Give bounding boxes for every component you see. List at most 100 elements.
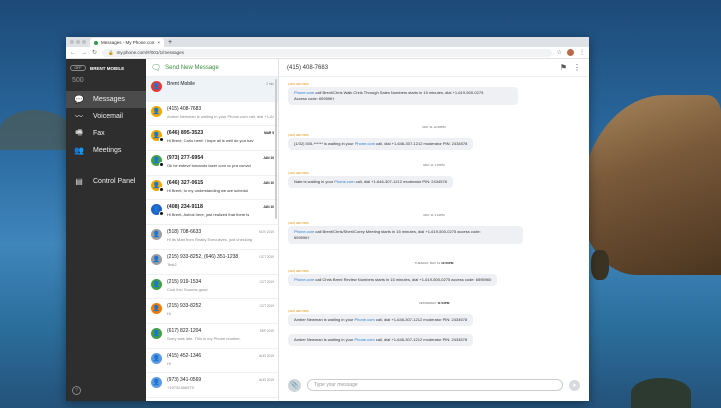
tab-bar: Messages - My Phone.com × + — [66, 37, 589, 47]
send-button[interactable]: ➤ — [569, 379, 580, 391]
message-bubble: (1/32) 505-****** is waiting in your Pho… — [288, 138, 474, 150]
message-text: call Chris Brent Review Numbers starts i… — [314, 277, 492, 282]
chat-icon: 💬 — [74, 95, 84, 104]
avatar: 👤 — [151, 179, 164, 192]
avatar: 👤 — [151, 155, 164, 168]
new-tab-button[interactable]: + — [168, 39, 172, 46]
avatar: 👤 — [151, 204, 164, 217]
message-bubble: Phone.com call Brent/Chris/Sheri/Corey M… — [288, 226, 523, 244]
scrollbar[interactable] — [275, 79, 277, 219]
background-rock — [631, 378, 691, 408]
chat-title: (415) 408-7683 — [287, 64, 329, 71]
sidebar-item-meetings[interactable]: 👥 Meetings — [66, 142, 146, 159]
message-text: Amber Newman is waiting in your — [294, 317, 355, 322]
message-text: call Brent/Chris/Sheri/Corey Meeting sta… — [314, 229, 481, 234]
star-icon[interactable]: ☆ — [557, 49, 562, 56]
more-options-icon[interactable]: ⋮ — [573, 63, 581, 72]
background-island — [0, 110, 70, 150]
sidebar-item-control-panel[interactable]: ▤ Control Panel — [66, 173, 146, 190]
timestamp-day: TUESDAY, MAY 12 — [414, 261, 441, 265]
avatar: 👤 — [151, 377, 162, 389]
conversation-time: AUG 2019 — [259, 353, 274, 358]
timestamp: YESTERDAY 11:53PM — [279, 301, 589, 305]
sidebar-item-label: Control Panel — [93, 178, 136, 185]
timestamp-day: YESTERDAY — [418, 301, 437, 305]
lock-icon: 🔒 — [108, 49, 114, 55]
conversation-preview: Hi — [167, 311, 171, 317]
address-bar: ← → ↻ 🔒 my.phone.com/#/001/1/messages ☆ … — [66, 47, 589, 59]
avatar: 👤 — [151, 253, 162, 265]
conversation-time: OCT 2019 — [259, 304, 274, 309]
message-link[interactable]: Phone.com — [334, 179, 354, 184]
message-link[interactable]: Phone.com — [294, 229, 314, 234]
reload-icon[interactable]: ↻ — [92, 49, 97, 56]
conversation-item[interactable]: 👤 (215) 933-8252 Hi OCT 2019 — [146, 299, 278, 324]
message-link[interactable]: Phone.com — [354, 317, 374, 322]
conversation-preview: Hi — [167, 360, 171, 366]
avatar: 👤 — [151, 130, 164, 143]
back-icon[interactable]: ← — [70, 50, 76, 56]
message-input[interactable]: Type your message — [307, 379, 563, 391]
presence-dot — [159, 137, 164, 143]
conversation-time: MAR 5 — [264, 131, 274, 136]
meetings-icon: 👥 — [74, 146, 84, 155]
conversation-item[interactable]: 👤 (646) 895-3523 Hi Brent, Carlo here! I h… — [146, 126, 278, 152]
message-link[interactable]: Phone.com — [294, 277, 314, 282]
conversation-preview: Amber Newman is waiting in your Phone.co… — [167, 113, 274, 119]
message-link[interactable]: Phone.com — [294, 90, 314, 95]
browser-tab[interactable]: Messages - My Phone.com × — [90, 38, 164, 47]
browser-window: Messages - My Phone.com × + ← → ↻ 🔒 my.p… — [66, 37, 589, 401]
sidebar-item-voicemail[interactable]: 〰 Voicemail — [66, 108, 146, 125]
conversation-item[interactable]: 👤 (617) 822-1204 Sorry was late. This is m… — [146, 324, 278, 349]
conversation-item[interactable]: 👤 (415) 452-1346 Hi AUG 2019 — [146, 349, 278, 374]
message-link[interactable]: Phone.com — [354, 337, 374, 342]
conversation-time: JAN 10 — [263, 205, 274, 210]
message-text: call, dial +1-646-307-1212 moderator PIN… — [354, 179, 447, 184]
conversation-item[interactable]: 👤 (646) 327-0615 Hi Brent, to my understan… — [146, 176, 278, 201]
background-cliff — [581, 95, 721, 275]
conversation-name: (415) 408-7683 — [167, 105, 202, 112]
flag-icon[interactable]: ⚑ — [560, 63, 567, 72]
message-text: 659596† — [294, 235, 310, 240]
conversation-item[interactable]: 👤 (973) 277-6954 Ok he esteve tomando faze… — [146, 151, 278, 176]
conversation-item[interactable]: 👤 (973) 341-0569 +19732456979 AUG 2019 — [146, 373, 278, 398]
conversation-name: Brent Mobile — [167, 81, 196, 87]
sidebar-item-messages[interactable]: 💬 Messages — [66, 91, 146, 108]
help-icon[interactable]: ? — [72, 386, 81, 395]
sender-label: (415) 408-7683 — [288, 82, 309, 86]
profile-avatar[interactable] — [567, 49, 574, 56]
conversation-preview: Cool thx! Sounds good — [167, 286, 208, 292]
conversation-item[interactable]: 👤 (415) 408-7683 Amber Newman is waiting i… — [146, 102, 278, 127]
sidebar-item-label: Meetings — [93, 147, 122, 154]
send-new-message-button[interactable]: 🗨 Send New Message — [146, 59, 278, 77]
minimize-dot[interactable] — [76, 40, 80, 44]
message-link[interactable]: Phone.com — [355, 141, 375, 146]
close-tab-icon[interactable]: × — [157, 40, 160, 45]
conversation-time: SEP 2019 — [259, 328, 274, 333]
message-bubble: Amber Newman is waiting in your Phone.co… — [288, 334, 474, 346]
zoom-dot[interactable] — [82, 40, 86, 44]
conversation-item[interactable]: 👤 (215) 919-1534 Cool thx! Sounds good OCT … — [146, 275, 278, 300]
sidebar-item-fax[interactable]: 🖷 Fax — [66, 125, 146, 142]
conversation-preview: Hi Brent, to my understanding we are sch… — [167, 187, 248, 193]
conversation-item[interactable]: 👤 Brent Mobile 2 min — [146, 77, 278, 102]
avatar: 👤 — [151, 303, 162, 315]
conversation-name: (415) 452-1346 — [167, 352, 202, 359]
conversation-item[interactable]: 👤 (408) 234-9118 Hi Brent, Ashok here, jus… — [146, 200, 278, 226]
menu-icon[interactable]: ⋮ — [579, 49, 585, 56]
avatar: 👤 — [151, 352, 162, 364]
presence-toggle[interactable]: OFF — [70, 65, 86, 71]
attach-icon[interactable]: 📎 — [288, 378, 301, 392]
sidebar-header: OFF BRENT MOBILE — [66, 59, 146, 77]
conversation-name: (646) 895-3523 — [167, 130, 204, 137]
close-dot[interactable] — [70, 40, 74, 44]
url-field[interactable]: 🔒 my.phone.com/#/001/1/messages — [102, 48, 552, 57]
avatar: 👤 — [151, 229, 162, 241]
message-bubble: Phone.com call Chris Brent Review Number… — [288, 274, 498, 286]
conversation-preview: Test2 — [167, 261, 177, 267]
conversation-item[interactable]: 👤 (518) 708-6633 Hi its Matt from Realty E… — [146, 225, 278, 250]
conversation-item[interactable]: 👤 (215) 933-8252, (646) 351-1238 Test2 OCT … — [146, 250, 278, 275]
forward-icon[interactable]: → — [81, 50, 87, 56]
composer: 📎 Type your message ➤ — [288, 378, 580, 392]
message-text: (1/32) 505-****** is waiting in your — [294, 141, 355, 146]
